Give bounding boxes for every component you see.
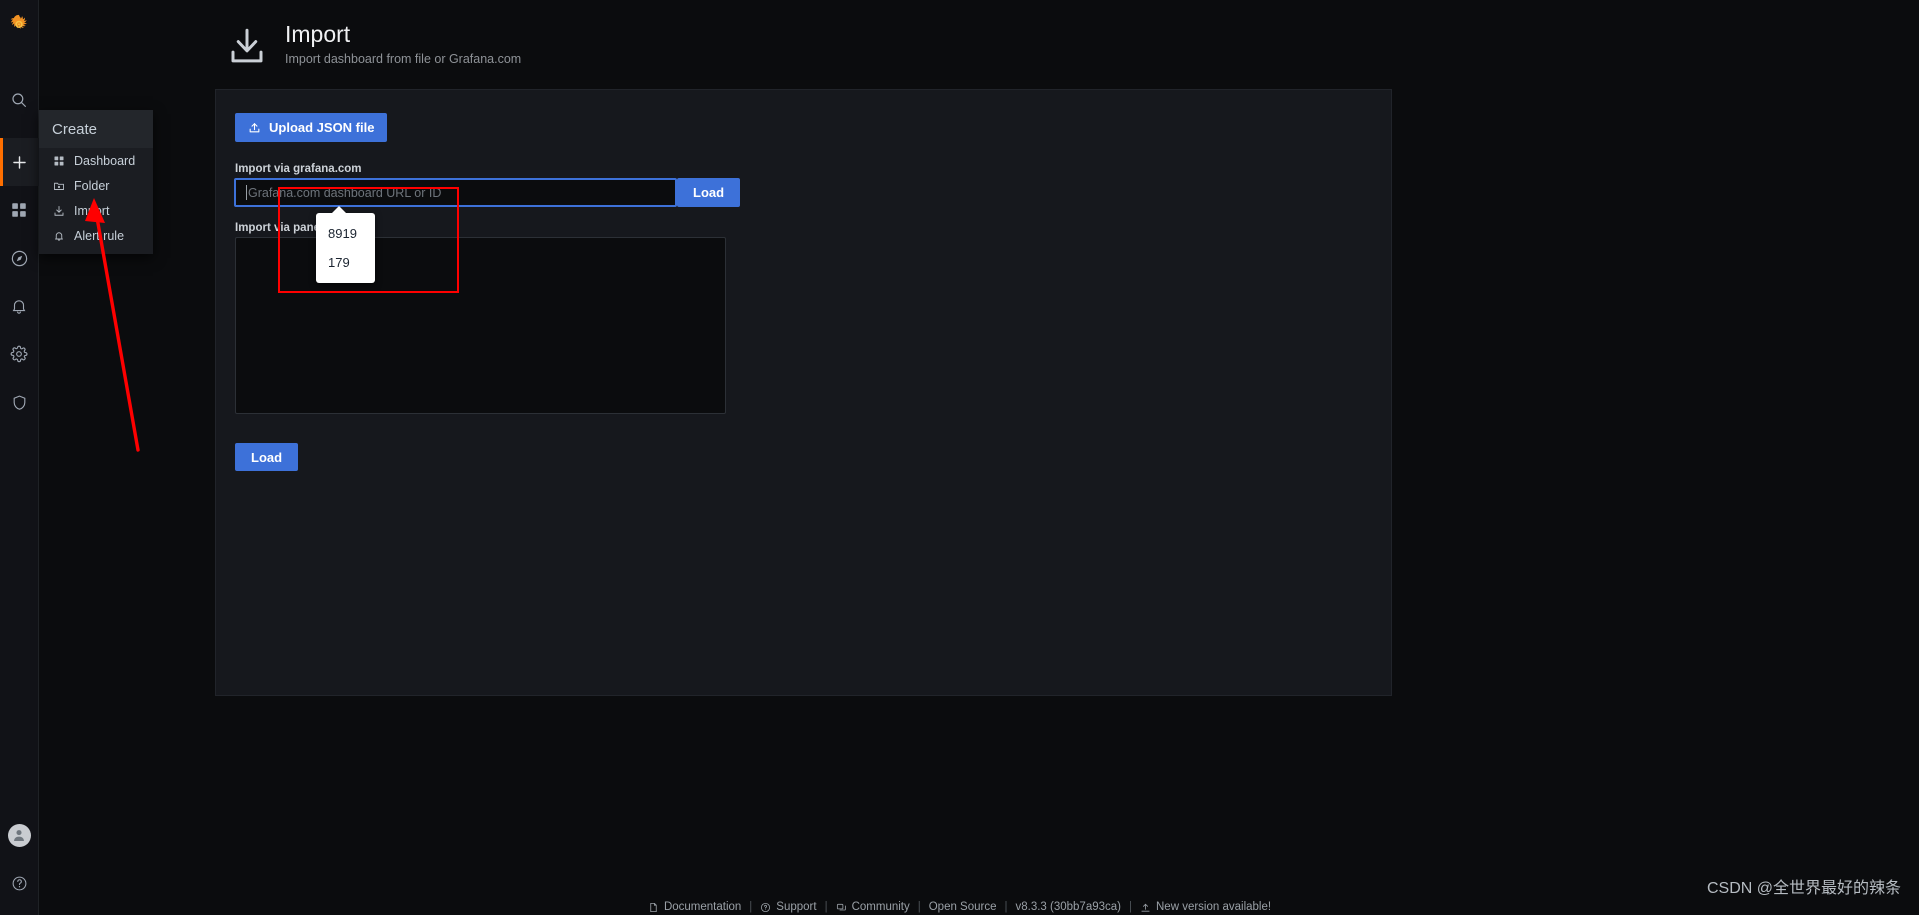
support-icon	[761, 902, 771, 912]
nav-search-button[interactable]	[0, 76, 39, 124]
grafana-logo[interactable]	[0, 6, 39, 42]
folder-icon	[52, 179, 65, 192]
compass-icon	[11, 250, 27, 266]
create-menu-label: Folder	[74, 178, 110, 193]
footer-label: Support	[776, 901, 817, 913]
left-nav-rail	[0, 0, 39, 915]
dashboard-icon	[52, 154, 65, 167]
footer-label: New version available!	[1156, 901, 1272, 913]
shield-icon	[13, 395, 25, 410]
nav-create-button[interactable]	[0, 138, 39, 186]
create-flyout-menu: Create Dashboard Folder Import Alert rul…	[39, 110, 153, 254]
panel-json-textarea[interactable]	[235, 237, 726, 414]
upload-icon	[248, 121, 261, 134]
footer-link-community[interactable]: Community	[828, 901, 918, 913]
create-menu-item-dashboard[interactable]: Dashboard	[39, 148, 153, 173]
upload-json-file-label: Upload JSON file	[269, 120, 375, 135]
footer-link-new-version[interactable]: New version available!	[1132, 901, 1279, 913]
nav-help-button[interactable]	[0, 859, 39, 907]
avatar	[7, 823, 31, 847]
nav-user-profile-button[interactable]	[0, 811, 39, 859]
dashboards-grid-icon	[12, 203, 26, 217]
update-icon	[1141, 903, 1150, 912]
autofill-suggestion-dropdown: 8919 179	[316, 206, 375, 283]
create-menu-label: Dashboard	[74, 153, 136, 168]
bell-icon	[12, 300, 26, 314]
create-menu-title: Create	[39, 110, 153, 148]
footer-link-open-source[interactable]: Open Source	[921, 901, 1005, 913]
grafana-import-page: Create Dashboard Folder Import Alert rul…	[0, 0, 1919, 915]
nav-explore-button[interactable]	[0, 234, 39, 282]
footer-link-support[interactable]: Support	[752, 901, 824, 913]
gear-icon	[10, 345, 28, 363]
community-icon	[836, 903, 846, 910]
page-header: Import Import dashboard from file or Gra…	[226, 20, 521, 67]
create-menu-item-folder[interactable]: Folder	[39, 173, 153, 198]
import-via-grafana-com-label: Import via grafana.com	[235, 163, 362, 175]
autofill-suggestion-item[interactable]: 179	[316, 248, 375, 277]
footer-label: Documentation	[663, 901, 742, 913]
nav-dashboards-button[interactable]	[0, 186, 39, 234]
nav-configuration-button[interactable]	[0, 330, 39, 378]
text-caret	[246, 185, 247, 200]
grafana-com-load-button[interactable]: Load	[677, 178, 741, 207]
footer-link-documentation[interactable]: Documentation	[640, 901, 749, 913]
create-menu-item-import[interactable]: Import	[39, 198, 153, 223]
footer-label: Community	[851, 901, 910, 913]
avatar-icon	[14, 830, 24, 841]
import-download-icon	[52, 204, 65, 217]
page-title: Import	[285, 21, 351, 47]
import-download-icon	[226, 25, 268, 67]
search-icon	[12, 93, 26, 107]
create-menu-label: Alert rule	[74, 228, 125, 243]
nav-alerting-button[interactable]	[0, 282, 39, 330]
question-circle-icon	[12, 876, 26, 890]
alert-bell-icon	[52, 229, 65, 242]
panel-json-load-button[interactable]: Load	[235, 443, 299, 471]
footer-label: Open Source	[928, 901, 997, 913]
create-menu-label: Import	[74, 203, 110, 218]
csdn-watermark: CSDN @全世界最好的辣条	[1706, 880, 1901, 897]
grafana-com-url-input[interactable]: Grafana.com dashboard URL or ID	[234, 178, 677, 207]
footer-version: v8.3.3 (30bb7a93ca)	[1008, 901, 1130, 913]
nav-server-admin-button[interactable]	[0, 378, 39, 426]
autofill-suggestion-item[interactable]: 8919	[316, 219, 375, 248]
grafana-com-placeholder: Grafana.com dashboard URL or ID	[248, 185, 442, 200]
grafana-com-input-row: Grafana.com dashboard URL or ID Load	[234, 178, 741, 207]
doc-icon	[650, 902, 657, 912]
page-subtitle: Import dashboard from file or Grafana.co…	[285, 52, 522, 66]
plus-icon	[12, 155, 26, 169]
import-panel: Upload JSON file Import via grafana.com …	[215, 89, 1392, 696]
footer-label: v8.3.3 (30bb7a93ca)	[1015, 901, 1122, 913]
create-menu-item-alert-rule[interactable]: Alert rule	[39, 223, 153, 248]
page-footer: Documentation | Support | Community | Op…	[0, 901, 1919, 913]
upload-json-file-button[interactable]: Upload JSON file	[235, 113, 388, 142]
